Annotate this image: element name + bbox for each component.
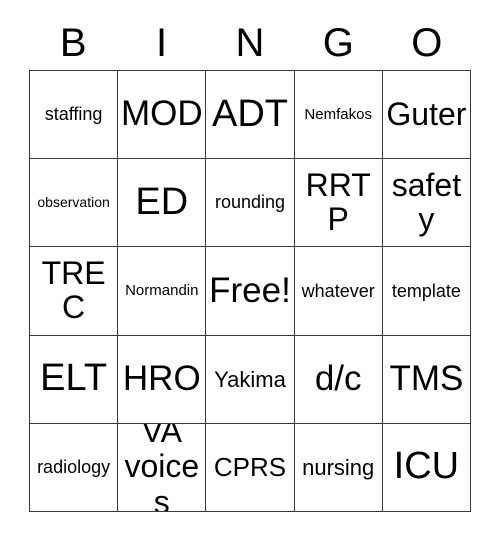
bingo-cell-g5[interactable]: nursing: [294, 423, 383, 512]
bingo-cell-label: ED: [135, 180, 189, 223]
bingo-cell-label: Guter: [386, 95, 467, 132]
bingo-cell-label: Nemfakos: [304, 105, 372, 123]
bingo-cell-o1[interactable]: Guter: [382, 71, 471, 160]
bingo-cell-label: template: [391, 280, 461, 301]
bingo-cell-n4[interactable]: Yakima: [206, 335, 295, 424]
bingo-cell-g4[interactable]: d/c: [294, 335, 383, 424]
bingo-cell-b5[interactable]: radiology: [30, 423, 119, 512]
bingo-cell-label: d/c: [314, 358, 362, 398]
bingo-cell-label: CPRS: [213, 451, 287, 482]
bingo-cell-n1[interactable]: ADT: [206, 71, 295, 160]
bingo-cell-g3[interactable]: whatever: [294, 247, 383, 336]
bingo-cell-label: RRTP: [305, 167, 371, 237]
bingo-cell-i1[interactable]: MOD: [118, 71, 207, 160]
bingo-cell-label: rounding: [214, 192, 286, 213]
bingo-card: B I N G O staffing MOD ADT Nemfakos Gute…: [0, 0, 500, 544]
bingo-cell-label: observation: [37, 194, 110, 211]
header-letter-g: G: [322, 21, 354, 65]
bingo-cell-g2[interactable]: RRTP: [294, 159, 383, 248]
bingo-cell-i5[interactable]: VA voices: [118, 423, 207, 512]
bingo-cell-i3[interactable]: Normandin: [118, 247, 207, 336]
bingo-cell-label: staffing: [44, 104, 103, 125]
bingo-cell-label: ICU: [393, 445, 460, 488]
bingo-cell-b4[interactable]: ELT: [30, 335, 119, 424]
header-letter-o: O: [411, 21, 443, 65]
bingo-cell-o5[interactable]: ICU: [382, 423, 471, 512]
bingo-cell-label: whatever: [301, 280, 375, 301]
bingo-cell-label: TMS: [389, 358, 464, 398]
bingo-cell-label: VA voices: [124, 423, 200, 512]
bingo-cell-label: ELT: [40, 357, 108, 400]
bingo-cell-label: Yakima: [214, 366, 286, 392]
bingo-cell-o2[interactable]: safety: [382, 159, 471, 248]
bingo-cell-label: TREC: [41, 255, 106, 325]
bingo-cell-o4[interactable]: TMS: [382, 335, 471, 424]
bingo-cell-o3[interactable]: template: [382, 247, 471, 336]
bingo-header-row: B I N G O: [29, 16, 471, 70]
bingo-cell-i2[interactable]: ED: [118, 159, 207, 248]
bingo-cell-g1[interactable]: Nemfakos: [294, 71, 383, 160]
bingo-cell-label: nursing: [302, 454, 375, 480]
bingo-cell-label: HRO: [122, 358, 201, 398]
bingo-cell-b3[interactable]: TREC: [30, 247, 119, 336]
header-letter-i: I: [156, 21, 168, 65]
bingo-cell-label: Normandin: [125, 282, 199, 300]
bingo-cell-label: MOD: [120, 94, 203, 134]
bingo-cell-i4[interactable]: HRO: [118, 335, 207, 424]
header-letter-n: N: [235, 21, 265, 65]
bingo-cell-b1[interactable]: staffing: [30, 71, 119, 160]
bingo-cell-b2[interactable]: observation: [30, 159, 119, 248]
bingo-cell-label: radiology: [37, 456, 111, 477]
bingo-cell-free-space[interactable]: Free!: [206, 247, 295, 336]
free-space-label: Free!: [209, 270, 291, 310]
bingo-cell-label: safety: [391, 167, 462, 237]
bingo-cell-label: ADT: [211, 92, 288, 135]
bingo-grid: staffing MOD ADT Nemfakos Guter observat…: [29, 70, 471, 512]
bingo-cell-n5[interactable]: CPRS: [206, 423, 295, 512]
header-letter-b: B: [59, 21, 87, 65]
bingo-cell-n2[interactable]: rounding: [206, 159, 295, 248]
